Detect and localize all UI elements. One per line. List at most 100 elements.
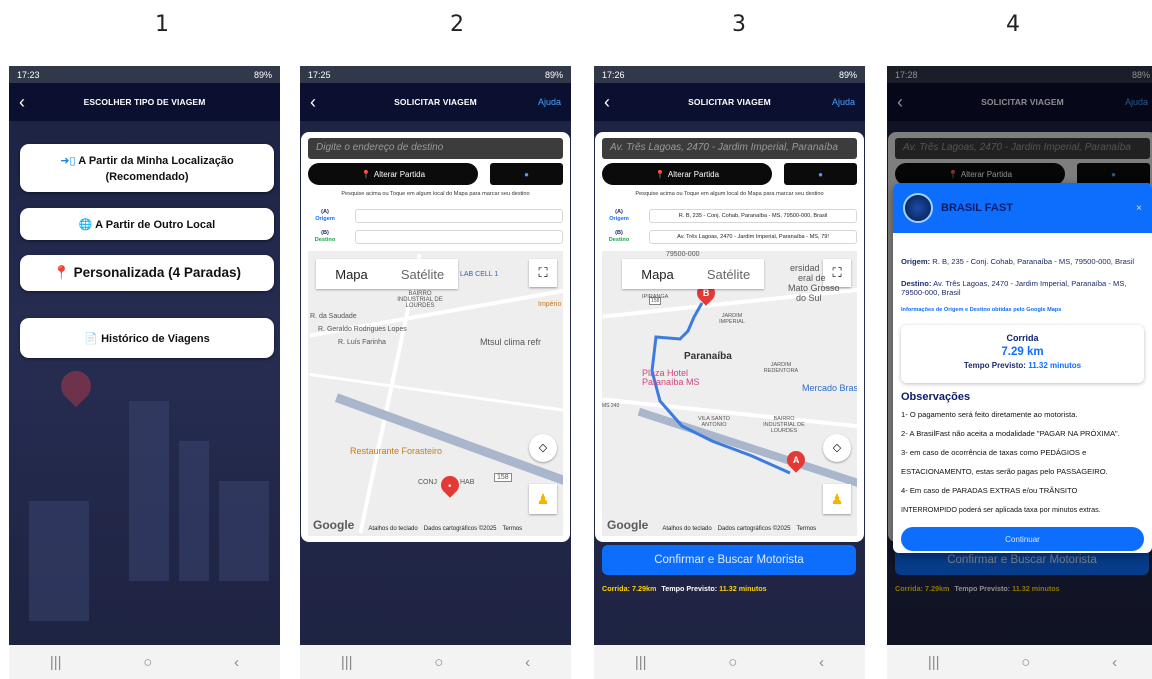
destination-input[interactable]: Av. Três Lagoas, 2470 - Jardim Imperial,…: [602, 138, 857, 159]
trip-summary: Corrida: 7.29km Tempo Previsto: 11.32 mi…: [895, 584, 1060, 593]
observation-item: 2- A BrasilFast não aceita a modalidade …: [901, 429, 1120, 438]
home-icon[interactable]: ○: [1021, 654, 1030, 671]
map-type-toggle[interactable]: Mapa Satélite: [316, 259, 458, 289]
street-view-icon[interactable]: ♟: [529, 484, 557, 514]
recents-icon[interactable]: |||: [928, 654, 940, 671]
map-type-map[interactable]: Mapa: [316, 267, 387, 282]
change-departure-label: Alterar Partida: [373, 169, 426, 179]
recents-icon[interactable]: |||: [635, 654, 647, 671]
destination-label: (B) Destino: [314, 230, 336, 243]
confirm-and-find-driver-button[interactable]: Confirmar e Buscar Motorista: [602, 545, 856, 575]
my-location-button[interactable]: ●: [490, 163, 563, 185]
origin-field[interactable]: [355, 209, 563, 223]
map-label: Mtsul clima refr: [480, 337, 542, 347]
destination-field[interactable]: [355, 230, 563, 244]
keyboard-shortcuts-link[interactable]: Atalhos do teclado: [368, 526, 417, 532]
from-my-location-button[interactable]: ➜▯ A Partir da Minha Localização (Recome…: [20, 144, 274, 192]
trip-summary: Corrida: 7.29km Tempo Previsto: 11.32 mi…: [602, 584, 767, 593]
recents-icon[interactable]: |||: [50, 654, 62, 671]
terms-link[interactable]: Termos: [503, 526, 523, 532]
close-icon[interactable]: ×: [1136, 203, 1142, 214]
help-link[interactable]: Ajuda: [1125, 97, 1148, 107]
maps-source-note: Informações de Origem e Destino obtidas …: [901, 307, 1062, 313]
request-trip-card: Av. Três Lagoas, 2470 - Jardim Imperial,…: [595, 132, 864, 542]
step-number-1: 1: [155, 12, 169, 37]
recenter-icon[interactable]: ◇: [529, 434, 557, 462]
map-label: Mercado Bras: [802, 383, 857, 393]
map-label: Paranaíba: [684, 351, 732, 362]
ride-title: Corrida: [1006, 333, 1039, 343]
map-type-map[interactable]: Mapa: [622, 267, 693, 282]
app-bar: ‹ SOLICITAR VIAGEM Ajuda: [300, 83, 571, 121]
map-label: ersidad: [790, 263, 820, 273]
pin-icon: 📍: [654, 169, 665, 179]
terms-link[interactable]: Termos: [797, 526, 817, 532]
status-bar: 17:28 88%: [887, 66, 1152, 83]
app-bar: ‹ SOLICITAR VIAGEM Ajuda: [887, 83, 1152, 121]
brand-name: BRASIL FAST: [941, 202, 1013, 214]
from-other-location-button[interactable]: 🌐 A Partir de Outro Local: [20, 208, 274, 240]
location-dot-icon: ●: [818, 169, 823, 179]
home-icon[interactable]: ○: [728, 654, 737, 671]
recenter-icon[interactable]: ◇: [823, 434, 851, 462]
phone-screen-4: 17:28 88% ‹ SOLICITAR VIAGEM Ajuda Av. T…: [887, 66, 1152, 679]
map-type-satellite[interactable]: Satélite: [387, 267, 458, 282]
map-data-link[interactable]: Dados cartográficos ©2025: [718, 526, 791, 532]
destination-input[interactable]: Digite o endereço de destino: [308, 138, 563, 159]
change-departure-button[interactable]: 📍 Alterar Partida: [895, 163, 1065, 185]
keyboard-shortcuts-link[interactable]: Atalhos do teclado: [662, 526, 711, 532]
destination-pin-icon[interactable]: •: [437, 472, 463, 498]
back-nav-icon[interactable]: ‹: [819, 654, 824, 671]
location-dot-icon: ●: [524, 169, 529, 179]
home-icon[interactable]: ○: [143, 654, 152, 671]
back-nav-icon[interactable]: ‹: [525, 654, 530, 671]
change-departure-label: Alterar Partida: [667, 169, 720, 179]
my-location-button[interactable]: ●: [1077, 163, 1150, 185]
observation-item: INTERROMPIDO poderá ser aplicada taxa po…: [901, 505, 1101, 514]
map-label: Mato Grosso: [788, 283, 840, 293]
continue-button[interactable]: Continuar: [901, 527, 1144, 551]
map-label: BAIRRO INDUSTRIAL DE LOURDES: [397, 291, 443, 309]
my-location-button[interactable]: ●: [784, 163, 857, 185]
change-departure-button[interactable]: 📍 Alterar Partida: [308, 163, 478, 185]
custom-4-stops-button[interactable]: 📍 Personalizada (4 Paradas): [20, 255, 274, 291]
phone-screen-3: 17:26 89% ‹ SOLICITAR VIAGEM Ajuda Av. T…: [594, 66, 865, 679]
map-type-satellite[interactable]: Satélite: [693, 267, 764, 282]
search-hint: Pesquise acima ou Toque em algum local d…: [341, 191, 530, 197]
map-label: R. Geraldo Rodrigues Lopes: [318, 326, 407, 333]
map-data-link[interactable]: Dados cartográficos ©2025: [424, 526, 497, 532]
request-trip-card: Digite o endereço de destino 📍 Alterar P…: [301, 132, 570, 542]
status-bar: 17:25 89%: [300, 66, 571, 83]
battery-level: 88%: [1131, 69, 1150, 80]
help-link[interactable]: Ajuda: [538, 97, 561, 107]
recents-icon[interactable]: |||: [341, 654, 353, 671]
destination-field[interactable]: Av. Três Lagoas, 2470 - Jardim Imperial,…: [649, 230, 857, 244]
trip-history-button[interactable]: 📄 Histórico de Viagens: [20, 318, 274, 358]
fullscreen-icon[interactable]: ⛶: [529, 259, 557, 287]
step-number-4: 4: [1006, 12, 1020, 37]
phone-screen-1: 17:23 89% ‹ ESCOLHER TIPO DE VIAGEM ➜▯ A…: [9, 66, 280, 679]
android-nav-bar: ||| ○ ‹: [594, 645, 865, 679]
back-nav-icon[interactable]: ‹: [234, 654, 239, 671]
destination-input[interactable]: Av. Três Lagoas, 2470 - Jardim Imperial,…: [895, 138, 1150, 159]
map-footer: Google Atalhos do teclado Dados cartográ…: [607, 518, 852, 532]
back-nav-icon[interactable]: ‹: [1112, 654, 1117, 671]
home-icon[interactable]: ○: [434, 654, 443, 671]
map-type-toggle[interactable]: Mapa Satélite: [622, 259, 764, 289]
google-map[interactable]: Mapa Satélite ⛶ 79500-000 ersidad eral d…: [602, 251, 857, 536]
origin-field[interactable]: R. B, 235 - Conj. Cohab, Paranaíba - MS,…: [649, 209, 857, 223]
ride-distance: 7.29 km: [1001, 346, 1044, 358]
street-view-icon[interactable]: ♟: [823, 484, 851, 514]
modal-destination: Destino: Av. Três Lagoas, 2470 - Jardim …: [901, 279, 1127, 297]
map-label: VILA SANTO ANTONIO: [698, 416, 730, 428]
help-link[interactable]: Ajuda: [832, 97, 855, 107]
option-label: Personalizada (4 Paradas): [73, 265, 241, 280]
document-icon: 📄: [84, 332, 99, 345]
option-sublabel: (Recomendado): [105, 170, 189, 183]
battery-level: 89%: [253, 69, 272, 80]
city-background: [9, 121, 280, 645]
change-departure-button[interactable]: 📍 Alterar Partida: [602, 163, 772, 185]
google-map[interactable]: Mapa Satélite ⛶ LAB CELL 1 Império BAIRR…: [308, 251, 563, 536]
ride-duration: Tempo Previsto: 11.32 minutos: [963, 361, 1082, 370]
map-label: LAB CELL 1: [460, 271, 499, 278]
